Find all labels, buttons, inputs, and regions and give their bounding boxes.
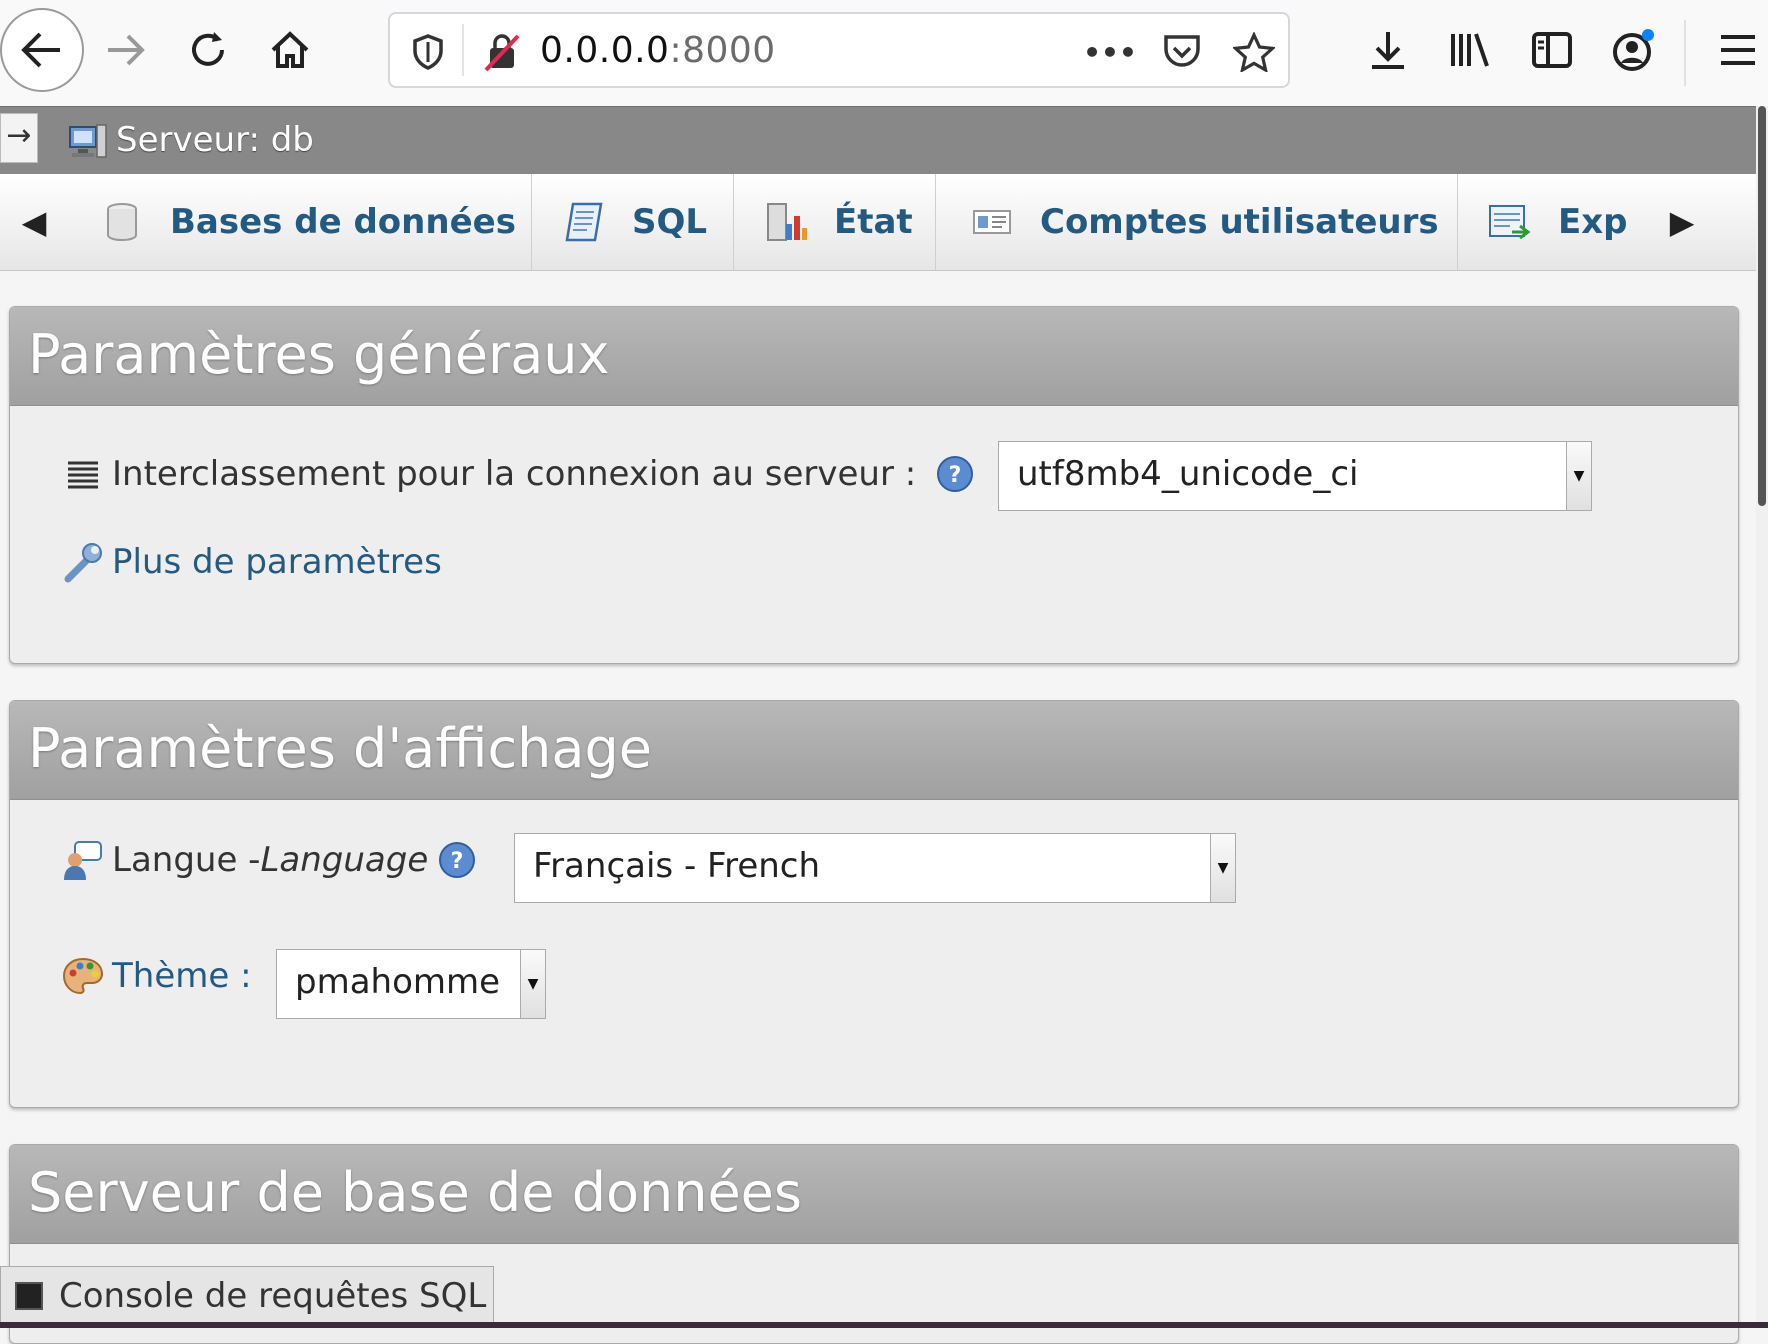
svg-text:?: ? [949, 463, 962, 488]
collation-icon [60, 451, 106, 497]
sql-console-toggle[interactable]: Console de requêtes SQL [0, 1266, 494, 1324]
language-value: Français - French [533, 846, 821, 886]
insecure-lock-icon[interactable] [478, 28, 526, 76]
more-settings-link[interactable]: Plus de paramètres [112, 542, 442, 582]
collation-select[interactable]: utf8mb4_unicode_ci ▼ [998, 441, 1592, 511]
back-button[interactable] [0, 8, 84, 92]
console-label: Console de requêtes SQL [59, 1275, 487, 1316]
chevron-down-icon: ▼ [1566, 442, 1591, 510]
panel-header: Paramètres d'affichage [10, 701, 1738, 800]
tab-databases[interactable]: Bases de données [66, 174, 532, 270]
display-settings-panel: Paramètres d'affichage Langue - Language… [9, 700, 1739, 1108]
theme-link[interactable]: Thème : [112, 956, 252, 996]
pocket-icon[interactable] [1158, 28, 1206, 76]
language-row: Langue - Language ? [60, 837, 476, 883]
browser-toolbar: 0.0.0.0:8000 ••• [0, 0, 1768, 107]
wrench-icon [60, 539, 106, 585]
panel-title: Paramètres d'affichage [28, 717, 652, 780]
reload-button[interactable] [166, 8, 250, 92]
reload-icon [192, 32, 224, 66]
home-icon [271, 31, 309, 68]
tab-user-accounts[interactable]: Comptes utilisateurs [936, 174, 1458, 270]
forward-button[interactable] [84, 8, 168, 92]
shield-icon[interactable] [404, 28, 452, 76]
url-port: :8000 [669, 30, 776, 71]
library-button[interactable] [1428, 8, 1512, 92]
general-settings-panel: Paramètres généraux Interclassement pour… [9, 306, 1739, 664]
language-label: Langue - [112, 840, 261, 880]
tab-label: Comptes utilisateurs [1040, 202, 1439, 242]
tab-label: Exp [1558, 202, 1628, 242]
url-separator [462, 24, 464, 76]
server-icon [68, 121, 108, 161]
account-icon [1613, 29, 1654, 71]
svg-text:?: ? [451, 849, 464, 874]
help-icon[interactable]: ? [936, 455, 974, 493]
window-bottom-border [0, 1322, 1768, 1328]
url-bar[interactable]: 0.0.0.0:8000 ••• [388, 12, 1290, 88]
navigation-toggle-button[interactable]: → [0, 113, 38, 163]
more-settings-row[interactable]: Plus de paramètres [60, 539, 442, 585]
database-icon [100, 200, 144, 244]
tab-export[interactable]: Exp [1458, 174, 1640, 270]
palette-icon [60, 953, 106, 999]
console-icon [15, 1281, 43, 1310]
collation-row: Interclassement pour la connexion au ser… [60, 451, 974, 497]
download-icon [1372, 32, 1404, 69]
page-actions-icon[interactable]: ••• [1083, 28, 1137, 76]
collation-label: Interclassement pour la connexion au ser… [112, 454, 917, 494]
scrollbar-thumb[interactable] [1758, 106, 1766, 506]
users-icon [970, 200, 1014, 244]
account-button[interactable] [1592, 8, 1676, 92]
page-scrollbar[interactable] [1756, 106, 1768, 1328]
panel-header: Serveur de base de données [10, 1145, 1738, 1244]
toolbar-separator [1684, 20, 1686, 86]
chevron-down-icon: ▼ [1210, 834, 1235, 902]
language-label-english: Language [260, 840, 429, 880]
sql-icon [562, 200, 606, 244]
tab-scroll-right-button[interactable]: ▶ [1654, 174, 1710, 270]
home-button[interactable] [248, 8, 332, 92]
url-host: 0.0.0.0 [540, 30, 670, 71]
hamburger-menu-icon [1721, 35, 1755, 65]
downloads-button[interactable] [1346, 8, 1430, 92]
panel-title: Serveur de base de données [28, 1161, 803, 1224]
language-icon [60, 837, 106, 883]
server-breadcrumb-bar: → Serveur: db [0, 106, 1756, 175]
panel-title: Paramètres généraux [28, 323, 610, 386]
panel-header: Paramètres généraux [10, 307, 1738, 406]
theme-value: pmahomme [295, 962, 501, 1002]
tab-label: Bases de données [170, 202, 516, 242]
tab-status[interactable]: État [734, 174, 936, 270]
help-icon[interactable]: ? [438, 841, 476, 879]
top-menu-tabs: ◀ Bases de données SQL État Comptes util… [0, 174, 1756, 271]
server-breadcrumb-link[interactable]: Serveur: db [116, 120, 314, 160]
tab-label: État [834, 202, 913, 242]
theme-row: Thème : [60, 953, 252, 999]
arrow-left-icon [21, 32, 60, 68]
export-icon [1488, 200, 1532, 244]
theme-select[interactable]: pmahomme ▼ [276, 949, 546, 1019]
collation-value: utf8mb4_unicode_ci [1017, 454, 1359, 494]
sidebar-button[interactable] [1510, 8, 1594, 92]
status-icon [764, 200, 808, 244]
arrow-right-icon [108, 34, 145, 66]
sidebar-icon [1532, 32, 1572, 68]
language-select[interactable]: Français - French ▼ [514, 833, 1236, 903]
menu-button[interactable] [1696, 8, 1768, 92]
chevron-down-icon: ▼ [520, 950, 545, 1018]
tab-scroll-left-button[interactable]: ◀ [6, 174, 62, 270]
library-icon [1451, 33, 1489, 67]
bookmark-star-icon[interactable] [1230, 28, 1278, 76]
tab-sql[interactable]: SQL [532, 174, 734, 270]
tab-label: SQL [632, 202, 708, 242]
url-text[interactable]: 0.0.0.0:8000 [540, 30, 776, 71]
